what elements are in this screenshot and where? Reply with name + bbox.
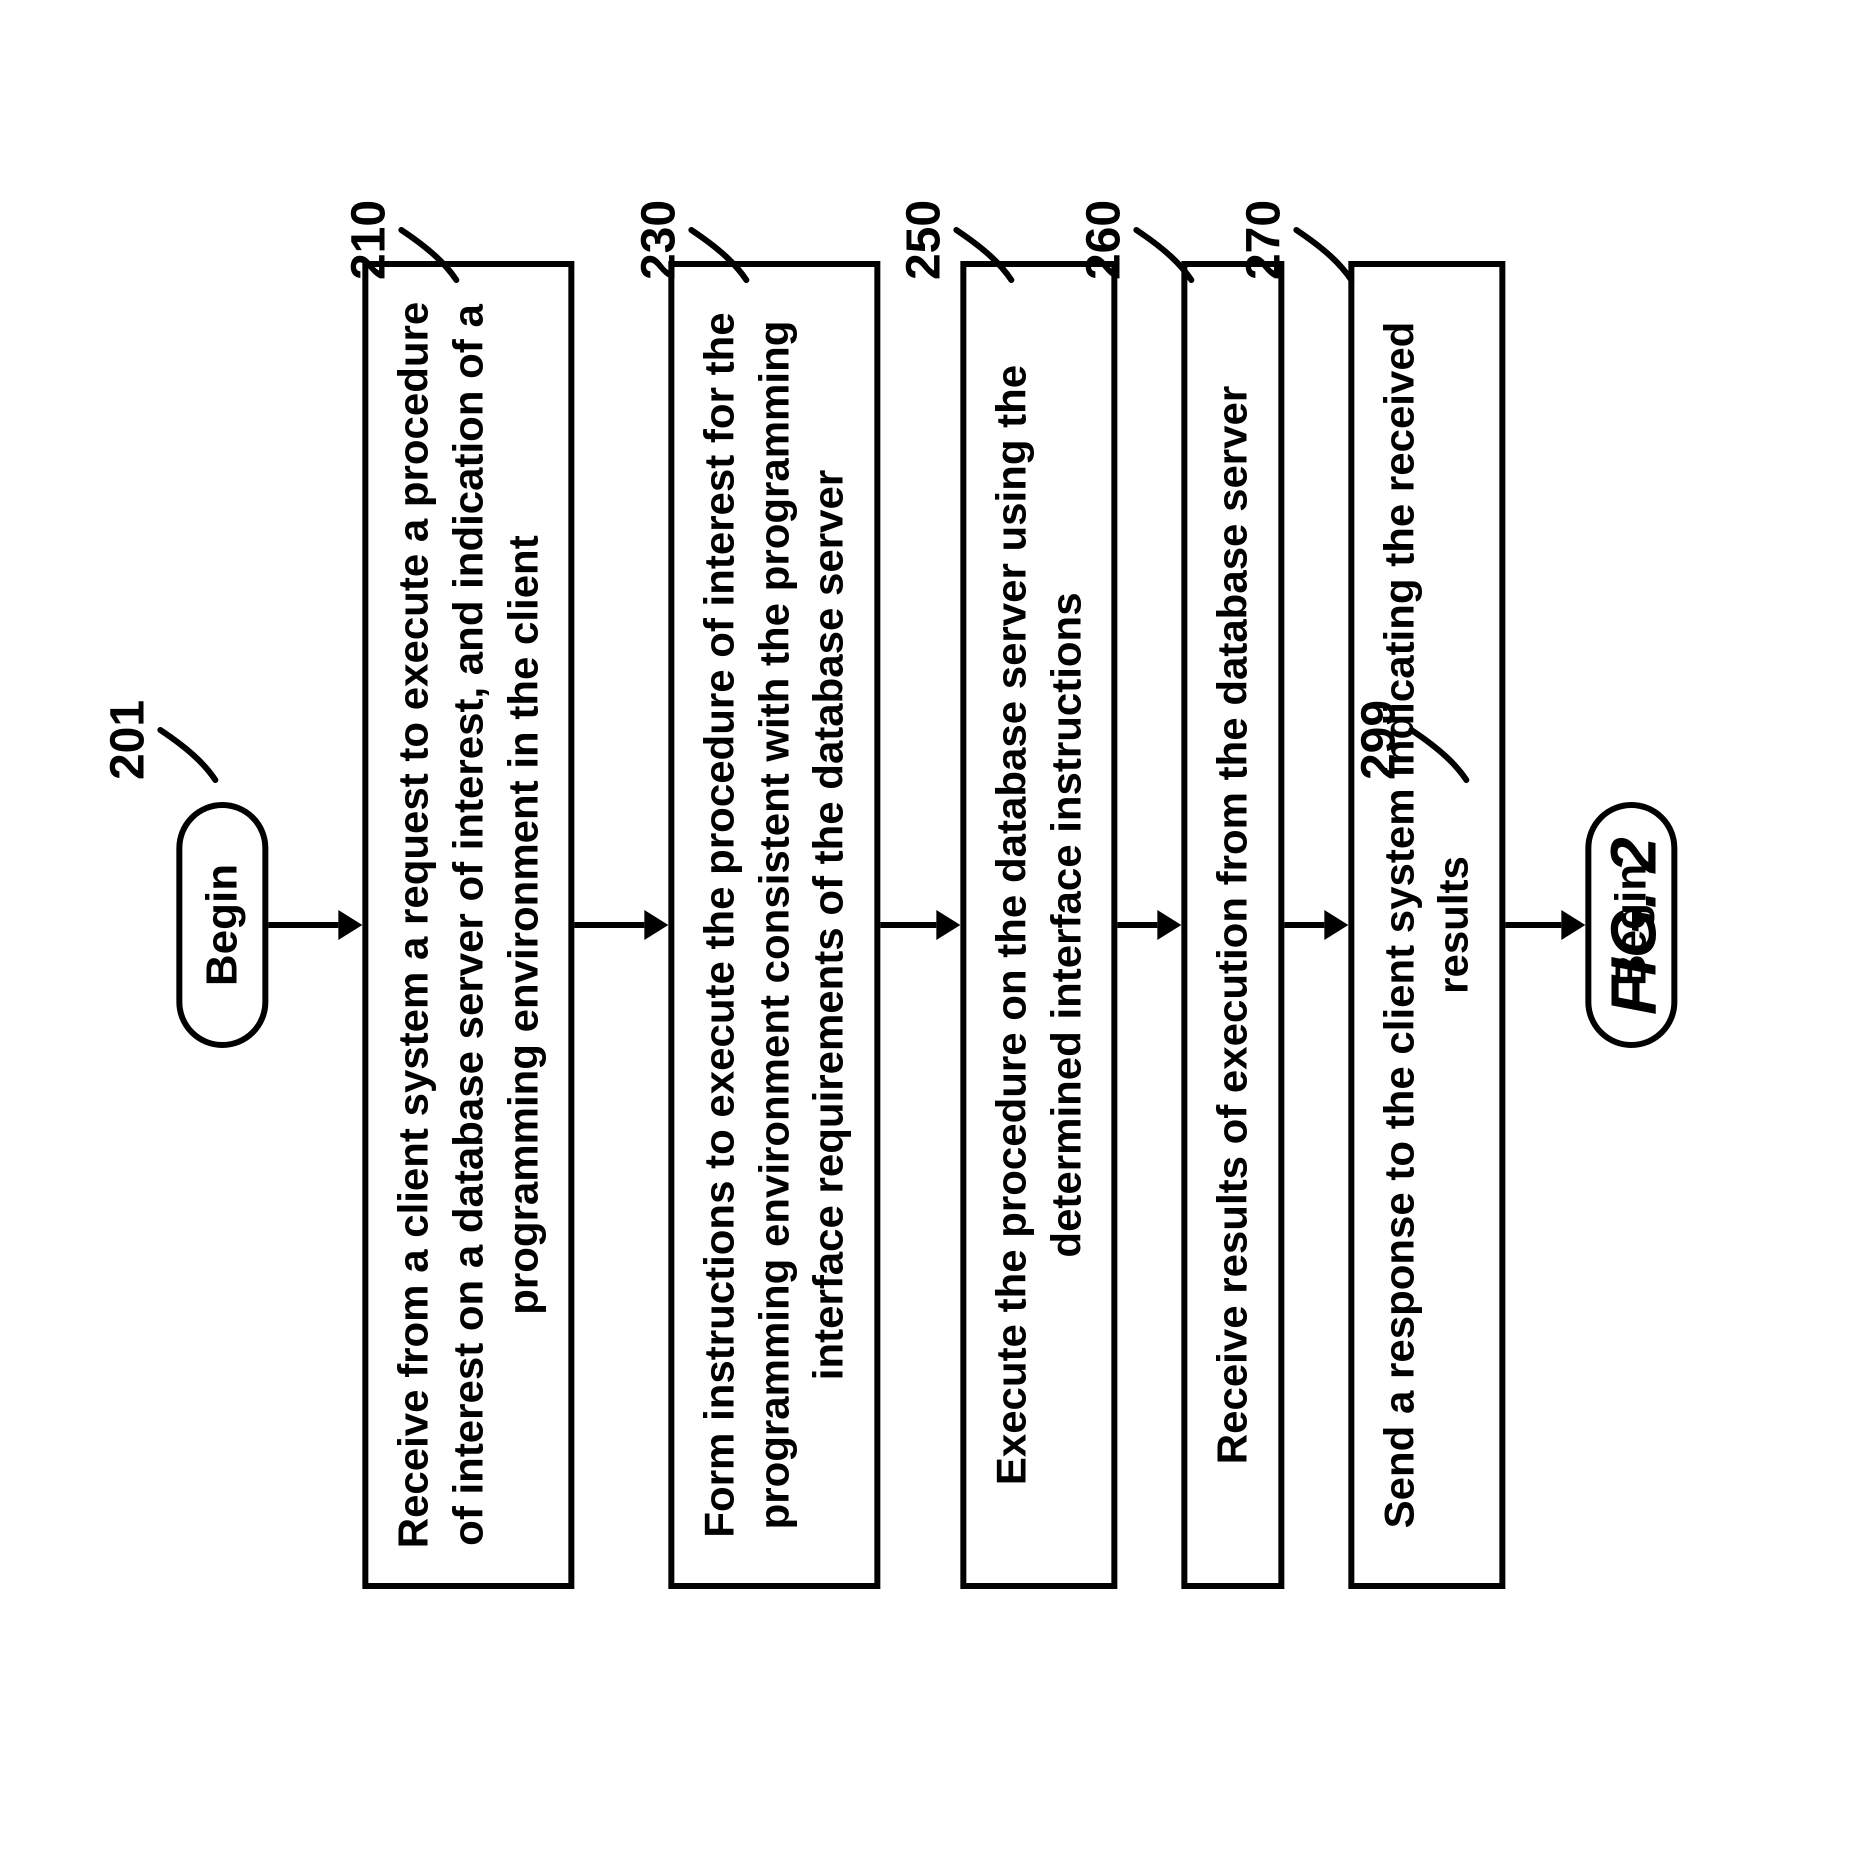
figure-label: FIG. 2 <box>1596 837 1670 1015</box>
callout-label: 201 <box>100 700 155 780</box>
diagram-stage: Begin Receive from a client system a req… <box>0 0 1854 1850</box>
process-260: Receive results of execution from the da… <box>1181 261 1284 1589</box>
process-230: Form instructions to execute the procedu… <box>669 261 881 1589</box>
callout-299: 299 <box>1351 695 1476 785</box>
callout-label: 230 <box>631 200 686 280</box>
process-210: Receive from a client system a request t… <box>363 261 575 1589</box>
callout-230: 230 <box>631 195 756 285</box>
arrow <box>1284 910 1348 940</box>
callout-260: 260 <box>1076 195 1201 285</box>
arrow <box>880 910 960 940</box>
terminator-begin: Begin <box>176 802 268 1048</box>
callout-201: 201 <box>100 695 225 785</box>
process-270: Send a response to the client system ind… <box>1348 261 1505 1589</box>
rotated-layout: Begin Receive from a client system a req… <box>176 75 1677 1775</box>
callout-label: 210 <box>341 200 396 280</box>
callout-250: 250 <box>896 195 1021 285</box>
callout-270: 270 <box>1236 195 1361 285</box>
callout-210: 210 <box>341 195 466 285</box>
process-250: Execute the procedure on the database se… <box>960 261 1117 1589</box>
arrow <box>1117 910 1181 940</box>
arrow <box>575 910 669 940</box>
callout-label: 250 <box>896 200 951 280</box>
arrow <box>269 910 363 940</box>
flowchart: Begin Receive from a client system a req… <box>176 75 1677 1775</box>
arrow <box>1505 910 1585 940</box>
callout-label: 260 <box>1076 200 1131 280</box>
callout-label: 299 <box>1351 700 1406 780</box>
callout-label: 270 <box>1236 200 1291 280</box>
